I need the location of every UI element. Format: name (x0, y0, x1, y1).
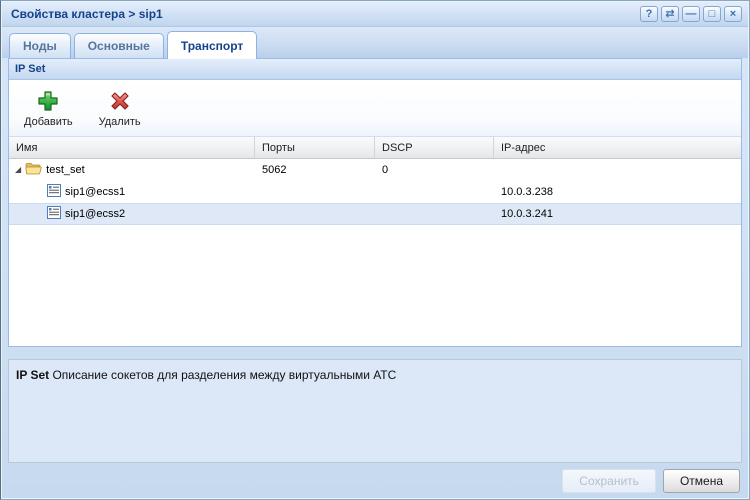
table-row-test-set[interactable]: ◢ test_set 5062 0 (9, 159, 741, 181)
row-ip-value: 10.0.3.241 (501, 208, 553, 220)
cancel-button[interactable]: Отмена (662, 469, 740, 493)
cluster-properties-window: Свойства кластера > sip1 ? ⇄ — □ × Ноды … (0, 0, 750, 500)
column-header-dscp[interactable]: DSCP (375, 137, 494, 158)
maximize-button[interactable]: □ (703, 6, 721, 22)
tab-bar: Ноды Основные Транспорт (2, 27, 748, 59)
add-button-label: Добавить (24, 116, 73, 128)
socket-list-icon (47, 184, 61, 200)
minimize-icon: — (685, 7, 697, 20)
maximize-icon: □ (708, 7, 716, 20)
grid-body: ◢ test_set 5062 0 sip1@ecss1 10.0.3.238 … (9, 159, 741, 346)
table-row-sip1-ecss1[interactable]: sip1@ecss1 10.0.3.238 (9, 181, 741, 203)
window-controls: ? ⇄ — □ × (640, 6, 742, 22)
delete-x-icon (108, 89, 132, 113)
socket-list-icon (47, 206, 61, 222)
footer-bar: Сохранить Отмена (8, 467, 742, 495)
grid-header: Имя Порты DSCP IP-адрес (9, 137, 741, 159)
window-titlebar: Свойства кластера > sip1 ? ⇄ — □ × (2, 2, 748, 27)
save-button[interactable]: Сохранить (562, 469, 656, 493)
row-name-label: sip1@ecss1 (65, 186, 126, 198)
window-title: Свойства кластера > sip1 (11, 7, 163, 21)
tab-nodes[interactable]: Ноды (9, 33, 71, 59)
description-panel: IP Set Описание сокетов для разделения м… (8, 359, 742, 463)
description-title: IP Set (16, 368, 50, 382)
table-row-sip1-ecss2[interactable]: sip1@ecss2 10.0.3.241 (9, 203, 741, 225)
column-header-name[interactable]: Имя (9, 137, 255, 158)
column-header-ports[interactable]: Порты (255, 137, 375, 158)
tree-expander-icon[interactable]: ◢ (15, 166, 21, 174)
tab-basic[interactable]: Основные (73, 33, 164, 59)
description-text: Описание сокетов для разделения между ви… (49, 368, 397, 382)
refresh-icon: ⇄ (665, 7, 675, 20)
refresh-button[interactable]: ⇄ (661, 6, 679, 22)
tab-transport[interactable]: Транспорт (166, 31, 258, 59)
close-icon: × (729, 7, 737, 20)
ipset-grid: Имя Порты DSCP IP-адрес ◢ test_set 5062 … (9, 137, 741, 346)
folder-icon (25, 162, 42, 178)
add-button[interactable]: Добавить (19, 86, 78, 131)
row-ports-value: 5062 (262, 164, 287, 176)
help-icon: ? (645, 7, 653, 20)
row-dscp-value: 0 (382, 164, 389, 176)
row-name-label: test_set (46, 164, 85, 176)
row-name-label: sip1@ecss2 (65, 208, 126, 220)
delete-button[interactable]: Удалить (92, 86, 148, 131)
close-button[interactable]: × (724, 6, 742, 22)
help-button[interactable]: ? (640, 6, 658, 22)
row-ip-value: 10.0.3.238 (501, 186, 553, 198)
ipset-panel-header: IP Set (9, 59, 741, 80)
minimize-button[interactable]: — (682, 6, 700, 22)
plus-icon (36, 89, 60, 113)
delete-button-label: Удалить (98, 116, 141, 128)
column-header-ip[interactable]: IP-адрес (494, 137, 741, 158)
ipset-panel: IP Set Добавить Удалить Имя Порты DSCP I… (8, 58, 742, 347)
ipset-toolbar: Добавить Удалить (9, 80, 741, 137)
